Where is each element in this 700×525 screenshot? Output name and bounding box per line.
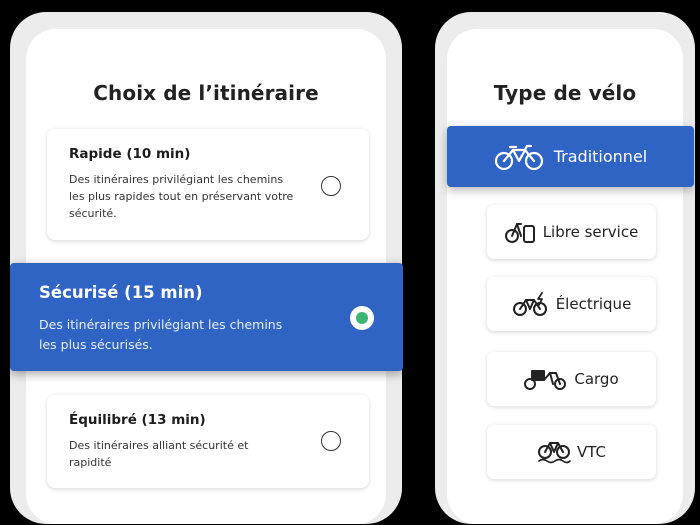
bike-option-traditionnel[interactable]: Traditionnel [447,126,694,187]
electric-bike-icon [512,291,550,317]
route-option-description: Des itinéraires privilégiant les chemins… [39,317,283,352]
route-option-title: Équilibré (13 min) [69,412,206,428]
bike-option-label: Électrique [555,295,632,313]
route-option-description: Des itinéraires privilégiant les chemins… [69,173,294,220]
route-option-securise[interactable]: Sécurisé (15 min) Des itinéraires privil… [10,263,403,371]
bike-option-label: Cargo [574,370,619,388]
route-option-equilibre[interactable]: Équilibré (13 min) Des itinéraires allia… [47,395,369,488]
bike-option-label: Traditionnel [553,147,648,166]
bicycle-icon [494,143,544,171]
hybrid-bike-icon [537,439,571,465]
radio-button[interactable] [321,176,341,196]
route-panel-title: Choix de l’itinéraire [93,81,319,105]
bike-panel-title: Type de vélo [493,81,637,105]
bike-option-vtc[interactable]: VTC [487,425,656,479]
cargo-bike-icon [524,367,568,391]
shared-bike-icon [504,220,537,244]
bike-option-label: Libre service [542,223,639,241]
route-option-title: Sécurisé (15 min) [39,283,203,302]
route-option-title: Rapide (10 min) [69,146,191,162]
radio-button[interactable] [321,431,341,451]
bike-option-libre-service[interactable]: Libre service [487,205,656,259]
bike-option-electrique[interactable]: Électrique [487,277,656,331]
bike-option-cargo[interactable]: Cargo [487,352,656,406]
bike-option-label: VTC [576,443,607,461]
radio-button-selected[interactable] [350,306,374,330]
route-option-rapide[interactable]: Rapide (10 min) Des itinéraires privilég… [47,129,369,240]
route-option-description: Des itinéraires alliant sécurité et rapi… [69,439,249,469]
